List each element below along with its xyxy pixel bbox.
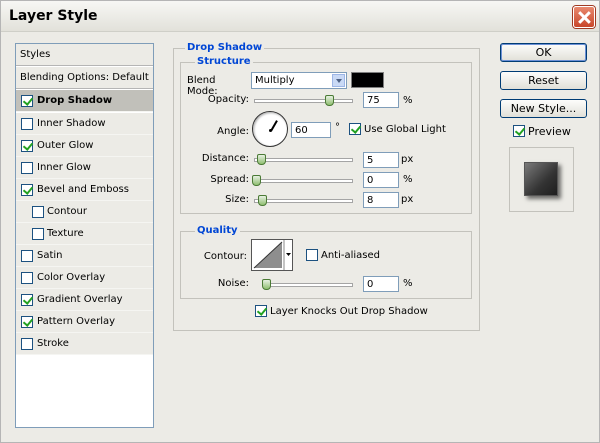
angle-label: Angle: xyxy=(217,126,249,137)
contour-label: Contour: xyxy=(203,251,247,262)
drop-shadow-title: Drop Shadow xyxy=(185,42,265,53)
style-item-drop-shadow[interactable]: Drop Shadow xyxy=(16,90,153,112)
style-item-color-overlay[interactable]: Color Overlay xyxy=(16,267,153,289)
style-item-inner-glow[interactable]: Inner Glow xyxy=(16,157,153,179)
style-item-stroke[interactable]: Stroke xyxy=(16,333,153,355)
preview-checkbox[interactable] xyxy=(513,125,525,137)
opacity-slider-thumb[interactable] xyxy=(325,95,334,106)
angle-dial-center xyxy=(269,129,272,132)
use-global-light-label: Use Global Light xyxy=(364,124,446,135)
angle-dial[interactable] xyxy=(252,111,288,147)
preview-label: Preview xyxy=(528,125,571,138)
opacity-input[interactable]: 75 xyxy=(363,92,399,108)
angle-unit: ° xyxy=(335,122,340,133)
inner-glow-checkbox[interactable] xyxy=(21,162,33,174)
layer-knocks-out-label: Layer Knocks Out Drop Shadow xyxy=(270,306,428,317)
distance-unit: px xyxy=(401,154,414,165)
size-unit: px xyxy=(401,194,414,205)
noise-label: Noise: xyxy=(217,278,249,289)
size-slider-thumb[interactable] xyxy=(258,195,267,206)
drop-shadow-checkbox[interactable] xyxy=(21,95,33,107)
spread-slider-thumb[interactable] xyxy=(252,175,261,186)
size-slider[interactable] xyxy=(254,195,353,206)
contour-picker[interactable] xyxy=(251,239,293,271)
style-item-contour[interactable]: Contour xyxy=(16,201,153,223)
style-item-satin[interactable]: Satin xyxy=(16,245,153,267)
color-overlay-checkbox[interactable] xyxy=(21,272,33,284)
style-item-label: Inner Shadow xyxy=(37,118,106,129)
layer-knocks-out-checkbox[interactable] xyxy=(255,305,267,317)
opacity-unit: % xyxy=(403,95,413,106)
styles-list: Styles Blending Options: Default Drop Sh… xyxy=(15,43,154,428)
preview-thumbnail xyxy=(524,162,558,196)
style-item-texture[interactable]: Texture xyxy=(16,223,153,245)
layer-style-dialog: Layer Style Styles Blending Options: Def… xyxy=(0,0,600,443)
spread-label: Spread: xyxy=(210,174,249,185)
spread-unit: % xyxy=(403,174,413,185)
style-item-label: Drop Shadow xyxy=(37,95,113,106)
anti-aliased-checkbox[interactable] xyxy=(306,249,318,261)
anti-aliased-label: Anti-aliased xyxy=(321,250,381,261)
noise-unit: % xyxy=(403,278,413,289)
distance-input[interactable]: 5 xyxy=(363,152,399,168)
use-global-light-checkbox[interactable] xyxy=(349,123,361,135)
styles-header[interactable]: Styles xyxy=(16,44,153,66)
blend-mode-value: Multiply xyxy=(255,75,295,86)
stroke-checkbox[interactable] xyxy=(21,338,33,350)
style-item-label: Inner Glow xyxy=(37,162,91,173)
spread-input[interactable]: 0 xyxy=(363,172,399,188)
new-style-button[interactable]: New Style... xyxy=(500,99,587,118)
style-item-inner-shadow[interactable]: Inner Shadow xyxy=(16,113,153,135)
opacity-slider[interactable] xyxy=(254,95,353,106)
style-preview xyxy=(509,147,574,212)
style-item-bevel-emboss[interactable]: Bevel and Emboss xyxy=(16,179,153,201)
style-item-label: Satin xyxy=(37,250,63,261)
angle-input[interactable]: 60 xyxy=(291,122,331,138)
style-item-label: Texture xyxy=(47,228,84,239)
reset-button[interactable]: Reset xyxy=(500,71,587,90)
distance-slider-thumb[interactable] xyxy=(257,154,266,165)
distance-label: Distance: xyxy=(201,153,249,164)
style-item-label: Contour xyxy=(47,206,87,217)
outer-glow-checkbox[interactable] xyxy=(21,140,33,152)
quality-title: Quality xyxy=(195,225,240,236)
size-label: Size: xyxy=(225,194,249,205)
noise-slider[interactable] xyxy=(262,279,353,290)
opacity-label: Opacity: xyxy=(207,94,249,105)
size-input[interactable]: 8 xyxy=(363,192,399,208)
style-item-outer-glow[interactable]: Outer Glow xyxy=(16,135,153,157)
style-item-label: Color Overlay xyxy=(37,272,106,283)
style-item-label: Bevel and Emboss xyxy=(37,184,129,195)
noise-input[interactable]: 0 xyxy=(363,276,399,292)
noise-slider-thumb[interactable] xyxy=(262,279,271,290)
style-item-gradient-overlay[interactable]: Gradient Overlay xyxy=(16,289,153,311)
contour-checkbox[interactable] xyxy=(32,206,44,218)
style-item-label: Stroke xyxy=(37,338,69,349)
blending-options-item[interactable]: Blending Options: Default xyxy=(16,67,153,89)
style-item-label: Pattern Overlay xyxy=(37,316,116,327)
dialog-title: Layer Style xyxy=(9,8,98,24)
satin-checkbox[interactable] xyxy=(21,250,33,262)
shadow-color-swatch[interactable] xyxy=(351,72,384,88)
blend-mode-select[interactable]: Multiply xyxy=(251,72,347,89)
inner-shadow-checkbox[interactable] xyxy=(21,118,33,130)
spread-slider[interactable] xyxy=(252,175,353,186)
structure-title: Structure xyxy=(195,56,253,67)
style-item-label: Outer Glow xyxy=(37,140,94,151)
close-icon[interactable] xyxy=(573,6,595,28)
title-bar: Layer Style xyxy=(1,1,599,32)
style-item-label: Gradient Overlay xyxy=(37,294,123,305)
distance-slider[interactable] xyxy=(254,154,353,165)
bevel-emboss-checkbox[interactable] xyxy=(21,184,33,196)
pattern-overlay-checkbox[interactable] xyxy=(21,316,33,328)
contour-curve-icon xyxy=(253,240,291,270)
gradient-overlay-checkbox[interactable] xyxy=(21,294,33,306)
ok-button[interactable]: OK xyxy=(500,43,587,62)
chevron-down-icon[interactable] xyxy=(332,74,345,87)
style-item-pattern-overlay[interactable]: Pattern Overlay xyxy=(16,311,153,333)
texture-checkbox[interactable] xyxy=(32,228,44,240)
